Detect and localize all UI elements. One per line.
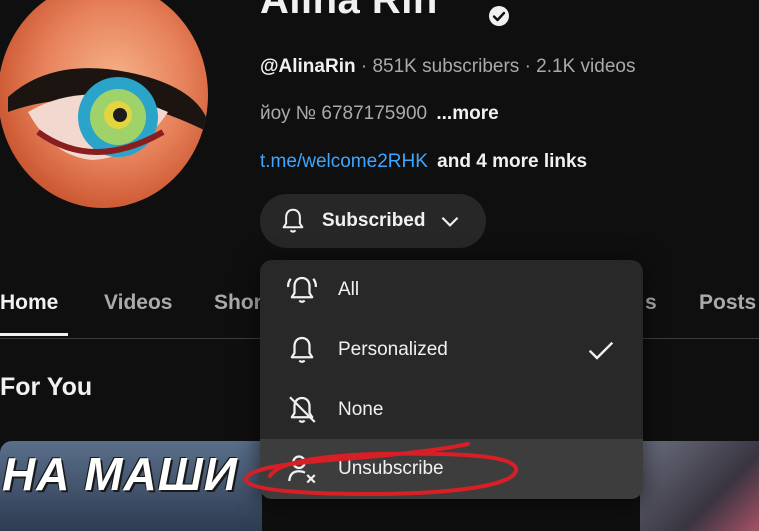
active-tab-indicator — [0, 333, 68, 336]
subscribed-button[interactable]: Subscribed — [260, 194, 486, 248]
menu-label-unsubscribe: Unsubscribe — [338, 458, 444, 479]
channel-meta: @AlinaRin · 851K subscribers · 2.1K vide… — [260, 56, 635, 78]
notification-menu: All Personalized None Unsubscribe — [260, 260, 643, 499]
menu-item-all[interactable]: All — [260, 260, 643, 320]
menu-label-all: All — [338, 279, 360, 300]
verified-badge-icon — [489, 6, 509, 26]
video-thumbnail[interactable]: НА МАШИ — [0, 441, 262, 531]
menu-item-personalized[interactable]: Personalized — [260, 320, 643, 380]
video-thumbnail[interactable] — [640, 441, 759, 531]
channel-links: t.me/welcome2RHK and 4 more links — [260, 151, 587, 173]
tab-videos[interactable]: Videos — [104, 291, 172, 315]
bell-off-icon — [289, 396, 316, 423]
channel-description: йоу № 6787175900 ...more — [260, 103, 499, 125]
tab-playlists[interactable]: s — [645, 291, 657, 315]
menu-label-none: None — [338, 399, 384, 420]
more-description-link[interactable]: ...more — [436, 103, 498, 124]
person-remove-icon — [288, 455, 316, 484]
tab-home[interactable]: Home — [0, 291, 58, 315]
menu-item-none[interactable]: None — [260, 380, 643, 440]
bell-ringing-icon — [287, 276, 317, 303]
channel-avatar[interactable] — [0, 0, 208, 208]
description-text: йоу № 6787175900 — [260, 103, 428, 124]
menu-label-personalized: Personalized — [338, 339, 448, 360]
thumbnail-text: НА МАШИ — [2, 448, 238, 500]
channel-name: Alina Rin — [260, 0, 438, 22]
subscribed-label: Subscribed — [322, 210, 426, 231]
section-title: For You — [0, 373, 93, 401]
checkmark-icon — [588, 341, 614, 360]
subscriber-count: · 851K subscribers — [360, 56, 520, 77]
bell-icon — [290, 336, 314, 363]
tab-shorts[interactable]: Shor — [214, 291, 262, 315]
more-links-button[interactable]: and 4 more links — [437, 151, 587, 172]
external-link[interactable]: t.me/welcome2RHK — [260, 151, 428, 172]
eye-illustration — [8, 68, 208, 160]
bell-icon — [282, 208, 304, 233]
menu-item-unsubscribe[interactable]: Unsubscribe — [260, 439, 643, 499]
tab-posts[interactable]: Posts — [699, 291, 756, 315]
chevron-down-icon — [442, 216, 459, 227]
channel-handle: @AlinaRin — [260, 56, 356, 77]
video-count: · 2.1K videos — [524, 56, 636, 77]
